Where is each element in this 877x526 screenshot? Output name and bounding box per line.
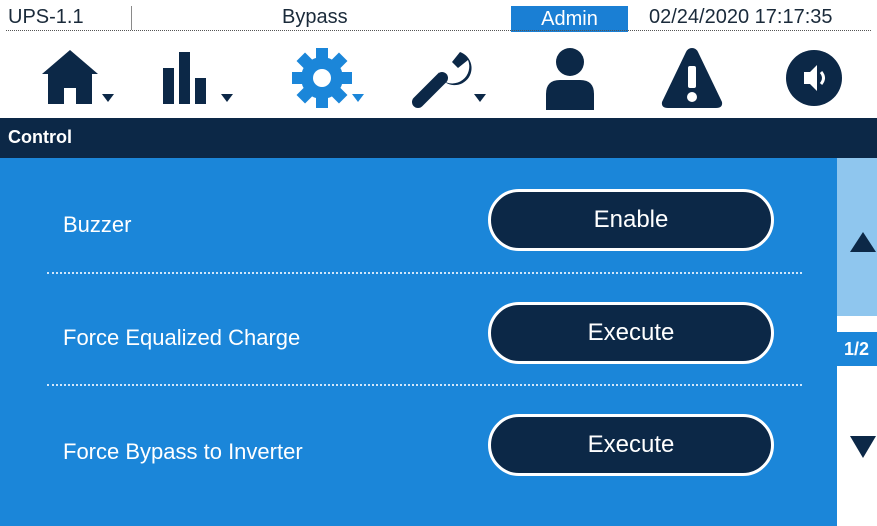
control-panel: Buzzer Enable Force Equalized Charge Exe…	[0, 158, 837, 526]
section-title: Control	[8, 127, 72, 147]
home-icon[interactable]	[38, 46, 118, 110]
device-id: UPS-1.1	[8, 6, 84, 28]
row-divider	[47, 384, 802, 386]
wrench-icon[interactable]	[412, 46, 492, 110]
page-down-button[interactable]	[837, 378, 877, 526]
user-icon[interactable]	[536, 46, 616, 110]
user-badge[interactable]: Admin	[511, 6, 628, 32]
status-separator	[131, 6, 132, 30]
force-equalized-charge-execute-button[interactable]: Execute	[488, 302, 774, 364]
pager: 1/2	[837, 158, 877, 526]
buzzer-enable-button[interactable]: Enable	[488, 189, 774, 251]
section-header: Control	[0, 118, 877, 158]
alarm-warning-icon[interactable]	[660, 46, 740, 110]
status-bar: UPS-1.1 Bypass Admin 02/24/2020 17:17:35	[0, 0, 877, 34]
arrow-up-icon	[850, 232, 876, 252]
arrow-down-icon	[850, 436, 876, 458]
date-time: 02/24/2020 17:17:35	[649, 6, 833, 28]
speaker-icon[interactable]	[782, 46, 862, 110]
status-divider	[6, 30, 871, 31]
page-indicator: 1/2	[837, 332, 877, 366]
page-up-button[interactable]	[837, 158, 877, 316]
control-label-buzzer: Buzzer	[63, 212, 132, 237]
force-bypass-to-inverter-execute-button[interactable]: Execute	[488, 414, 774, 476]
gear-icon[interactable]	[290, 46, 370, 110]
operating-mode: Bypass	[282, 6, 348, 28]
chart-bars-icon[interactable]	[157, 46, 237, 110]
control-label-force-bypass-to-inverter: Force Bypass to Inverter	[63, 439, 303, 464]
control-label-force-equalized-charge: Force Equalized Charge	[63, 325, 301, 350]
main-nav	[0, 38, 877, 120]
row-divider	[47, 272, 802, 274]
